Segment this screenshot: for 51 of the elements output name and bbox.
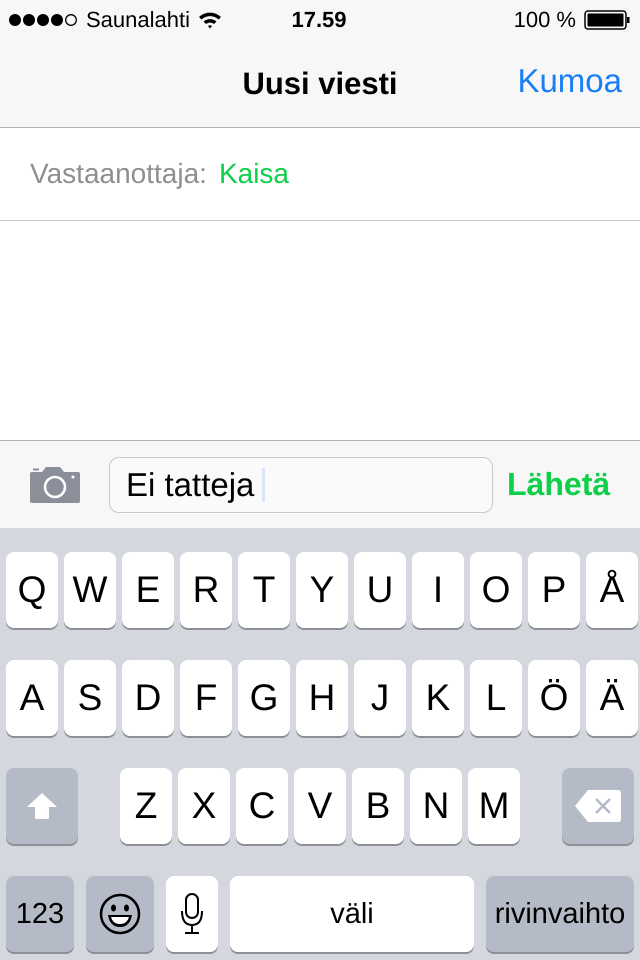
letter-key[interactable]: Ö [528, 660, 580, 736]
backspace-icon [574, 789, 622, 823]
letter-key[interactable]: Ä [586, 660, 638, 736]
letter-key[interactable]: G [238, 660, 290, 736]
letter-key[interactable]: D [122, 660, 174, 736]
space-key[interactable]: väli [230, 876, 474, 952]
emoji-key[interactable] [86, 876, 154, 952]
letter-key[interactable]: Z [120, 768, 172, 844]
letter-key[interactable]: Y [296, 552, 348, 628]
wifi-icon [198, 11, 222, 29]
status-time: 17.59 [291, 7, 347, 33]
message-field[interactable]: Ei tatteja [109, 456, 493, 512]
letter-key[interactable]: N [410, 768, 462, 844]
letter-key[interactable]: B [352, 768, 404, 844]
letter-key[interactable]: I [412, 552, 464, 628]
battery-percent: 100 % [514, 7, 576, 33]
letter-key[interactable]: Q [6, 552, 58, 628]
camera-icon[interactable] [29, 466, 81, 504]
dictation-key[interactable] [166, 876, 218, 952]
signal-icon [8, 13, 78, 27]
letter-key[interactable]: W [64, 552, 116, 628]
numbers-key[interactable]: 123 [6, 876, 74, 952]
smiley-icon [99, 893, 141, 935]
letter-key[interactable]: U [354, 552, 406, 628]
backspace-key[interactable] [562, 768, 634, 844]
letter-key[interactable]: A [6, 660, 58, 736]
letter-key[interactable]: V [294, 768, 346, 844]
return-key[interactable]: rivinvaihto [486, 876, 634, 952]
letter-key[interactable]: Å [586, 552, 638, 628]
screen-title: Uusi viesti [242, 66, 398, 102]
shift-icon [26, 792, 58, 820]
letter-key[interactable]: O [470, 552, 522, 628]
recipient-label: Vastaanottaja: [30, 158, 207, 190]
battery-icon [584, 10, 630, 30]
carrier-name: Saunalahti [86, 7, 190, 33]
microphone-icon [180, 893, 204, 935]
letter-key[interactable]: T [238, 552, 290, 628]
letter-key[interactable]: K [412, 660, 464, 736]
letter-key[interactable]: S [64, 660, 116, 736]
cancel-button[interactable]: Kumoa [517, 62, 622, 100]
letter-key[interactable]: E [122, 552, 174, 628]
letter-key[interactable]: X [178, 768, 230, 844]
letter-key[interactable]: H [296, 660, 348, 736]
letter-key[interactable]: C [236, 768, 288, 844]
shift-key[interactable] [6, 768, 78, 844]
letter-key[interactable]: L [470, 660, 522, 736]
letter-key[interactable]: R [180, 552, 232, 628]
letter-key[interactable]: P [528, 552, 580, 628]
letter-key[interactable]: J [354, 660, 406, 736]
letter-key[interactable]: F [180, 660, 232, 736]
letter-key[interactable]: M [468, 768, 520, 844]
